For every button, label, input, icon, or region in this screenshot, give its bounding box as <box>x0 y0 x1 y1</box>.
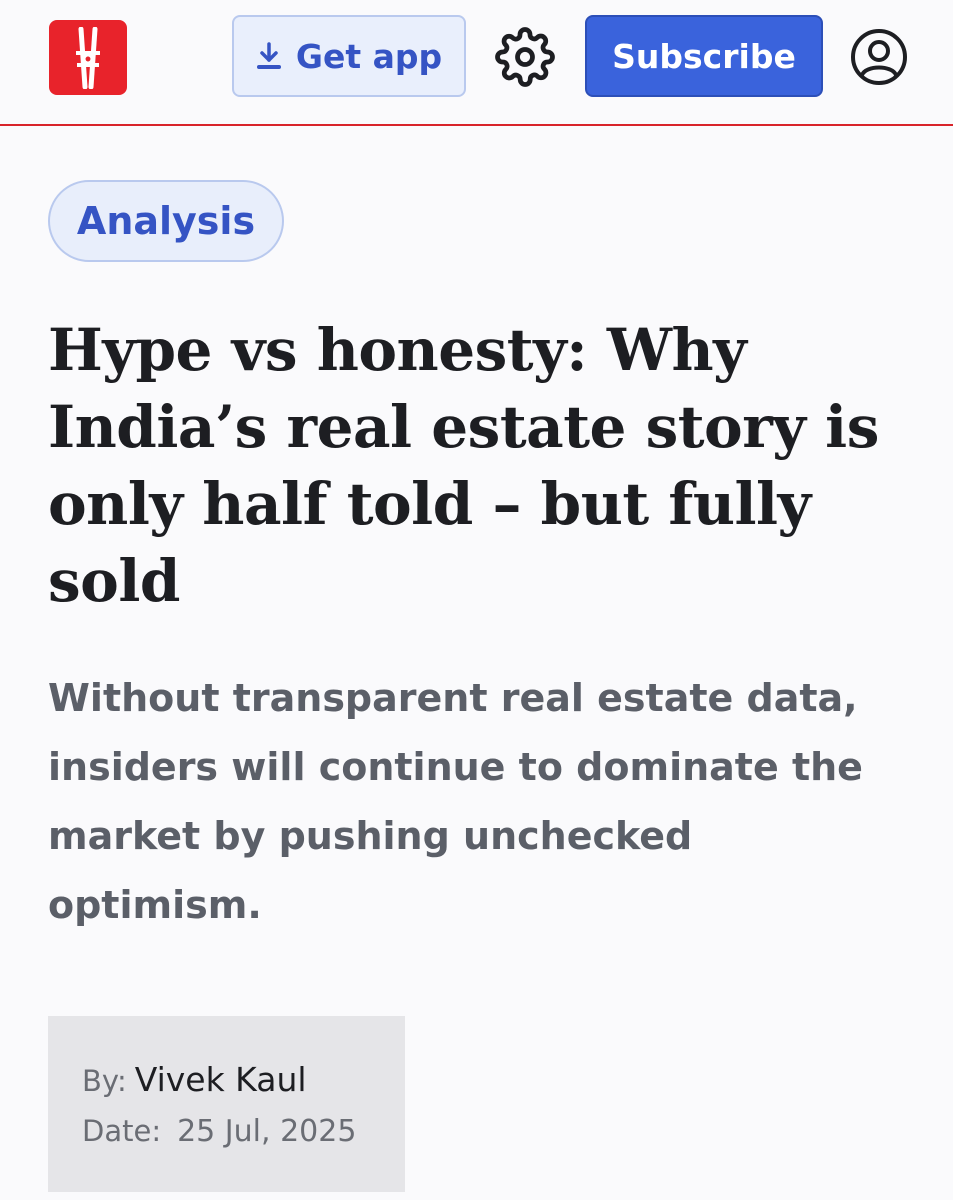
top-header: Get app Subscribe <box>0 0 953 126</box>
download-icon <box>256 42 281 69</box>
get-app-label: Get app <box>295 36 443 76</box>
settings-button[interactable] <box>494 26 556 88</box>
clothespin-logo-icon <box>76 26 100 89</box>
article-standfirst: Without transparent real estate data, in… <box>48 676 863 927</box>
publish-date: 25 Jul, 2025 <box>177 1114 357 1149</box>
date-row: Date: 25 Jul, 2025 <box>82 1114 356 1149</box>
gear-icon <box>495 27 555 87</box>
author-row: By: Vivek Kaul <box>82 1060 307 1099</box>
account-button[interactable] <box>848 26 910 88</box>
category-tag[interactable]: Analysis <box>48 180 284 262</box>
subscribe-label: Subscribe <box>612 36 796 76</box>
article-headline: Hype vs honesty: Why India’s real estate… <box>48 316 879 615</box>
category-tag-label: Analysis <box>76 199 256 243</box>
by-label: By: <box>82 1064 127 1098</box>
byline-box: By: Vivek Kaul Date: 25 Jul, 2025 <box>48 1016 405 1192</box>
date-label: Date: <box>82 1114 162 1148</box>
user-account-icon <box>851 29 907 85</box>
site-logo[interactable] <box>49 20 127 95</box>
subscribe-button[interactable]: Subscribe <box>585 15 823 97</box>
get-app-button[interactable]: Get app <box>232 15 466 97</box>
author-name[interactable]: Vivek Kaul <box>135 1060 307 1099</box>
